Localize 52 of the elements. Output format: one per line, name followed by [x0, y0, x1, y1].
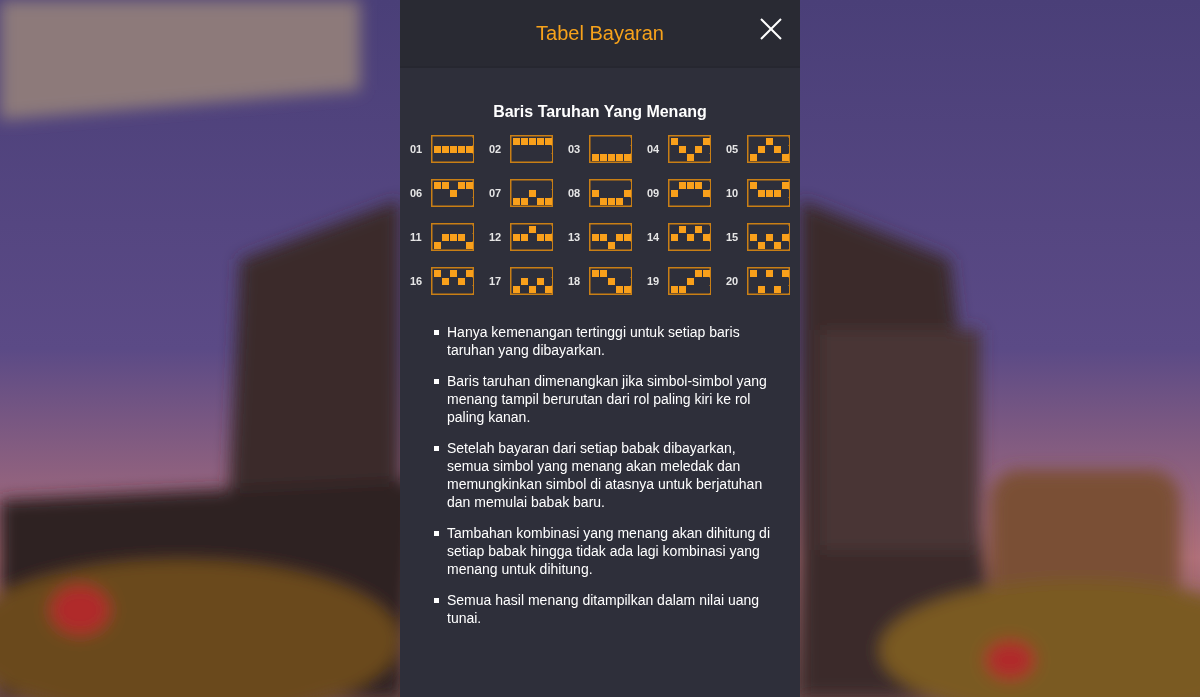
payline-number: 05: [726, 143, 740, 155]
payline-pattern-icon: [431, 135, 474, 163]
payline-pattern-icon: [747, 135, 790, 163]
payline-pattern-icon: [668, 223, 711, 251]
payline-number: 10: [726, 187, 740, 199]
payline-number: 03: [568, 143, 582, 155]
payline-pattern-icon: [747, 267, 790, 295]
payline-pattern-icon: [510, 267, 553, 295]
section-heading: Baris Taruhan Yang Menang: [492, 103, 708, 121]
payline-pattern-icon: [668, 135, 711, 163]
payline-number: 12: [489, 231, 503, 243]
payline-number: 15: [726, 231, 740, 243]
payline-number: 01: [410, 143, 424, 155]
rule-text: Baris taruhan dimenangkan jika simbol-simbol yang menang tampil berurutan dari rol paling kiri ke rol paling kanan.: [447, 372, 768, 426]
payline-number: 19: [647, 275, 661, 287]
bullet-icon: [434, 598, 439, 603]
payline-pattern-icon: [668, 267, 711, 295]
payline-pattern-icon: [589, 135, 632, 163]
rule-text: Semua hasil menang ditampilkan dalam nilai uang tunai.: [447, 591, 761, 627]
payline-pattern-icon: [510, 135, 553, 163]
payline-pattern-icon: [747, 179, 790, 207]
payline-number: 09: [647, 187, 661, 199]
bullet-icon: [434, 379, 439, 384]
payline-number: 04: [647, 143, 661, 155]
payline-pattern-icon: [510, 223, 553, 251]
bullet-icon: [434, 531, 439, 536]
payline-pattern-icon: [589, 267, 632, 295]
payline-number: 13: [568, 231, 582, 243]
payline-number: 08: [568, 187, 582, 199]
payline-pattern-icon: [431, 223, 474, 251]
payline-pattern-icon: [431, 179, 474, 207]
payline-number: 02: [489, 143, 503, 155]
payline-pattern-icon: [431, 267, 474, 295]
payline-number: 07: [489, 187, 503, 199]
payline-pattern-icon: [747, 223, 790, 251]
payline-number: 16: [410, 275, 424, 287]
bullet-icon: [434, 446, 439, 451]
payline-number: 20: [726, 275, 740, 287]
payline-number: 17: [489, 275, 503, 287]
bullet-icon: [434, 330, 439, 335]
dialog-title: Tabel Bayaran: [536, 21, 664, 45]
payline-pattern-icon: [589, 223, 632, 251]
payline-pattern-icon: [589, 179, 632, 207]
payline-number: 06: [410, 187, 424, 199]
payline-pattern-icon: [668, 179, 711, 207]
payline-number: 14: [647, 231, 661, 243]
rule-text: Setelah bayaran dari setiap babak dibayarkan, semua simbol yang menang akan meledak dan memungkinkan simbol di atasnya untuk berjatuhan dan memulai babak baru.: [447, 439, 764, 511]
payline-pattern-icon: [510, 179, 553, 207]
payline-number: 18: [568, 275, 582, 287]
rule-text: Tambahan kombinasi yang menang akan dihitung di setiap babak hingga tidak ada lagi kombinasi yang menang untuk dihitung.: [447, 524, 771, 578]
payline-number: 11: [410, 231, 423, 243]
rule-text: Hanya kemenangan tertinggi untuk setiap baris taruhan yang dibayarkan.: [447, 323, 741, 359]
